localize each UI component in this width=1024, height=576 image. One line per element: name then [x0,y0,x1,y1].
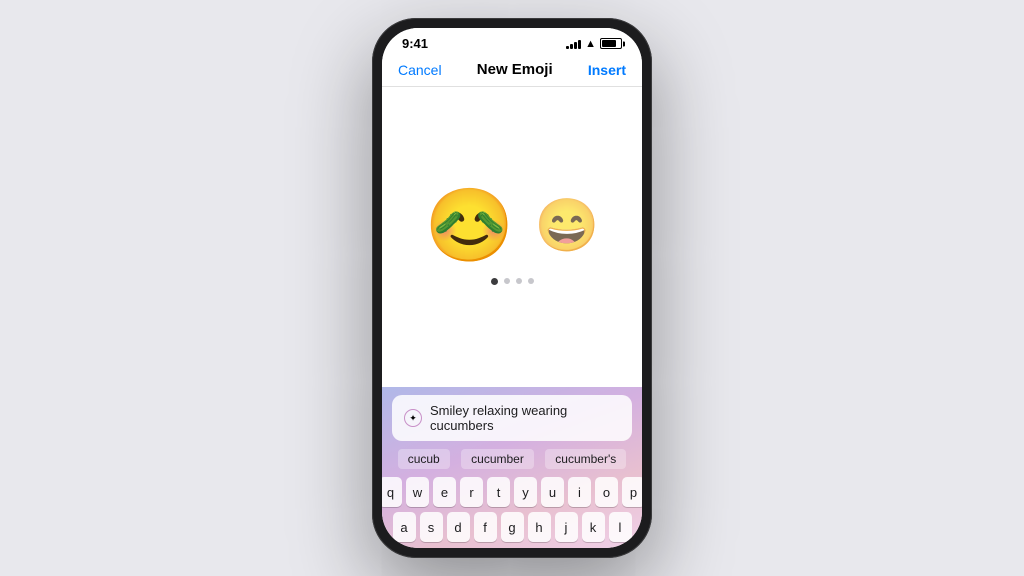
key-e[interactable]: e [433,477,456,507]
key-r[interactable]: r [460,477,483,507]
ai-icon: ✦ [404,409,422,427]
dot-1 [491,278,498,285]
autocomplete-item[interactable]: cucumber [461,449,534,469]
key-h[interactable]: h [528,512,551,542]
keyboard: q w e r t y u i o p a s d f g h [392,477,632,542]
status-bar: 9:41 ▲ [382,28,642,55]
emoji-main[interactable]: 😊 🥒 🥒 [425,190,515,262]
key-row-1: q w e r t y u i o p [392,477,632,507]
status-icons: ▲ [566,38,622,50]
phone-frame: 9:41 ▲ Cancel New Emoji Insert [372,18,652,558]
emoji-area: 😊 🥒 🥒 😄 [382,87,642,387]
key-w[interactable]: w [406,477,429,507]
dot-3 [516,278,522,284]
key-d[interactable]: d [447,512,470,542]
nav-bar: Cancel New Emoji Insert [382,55,642,87]
autocomplete-item[interactable]: cucumber's [545,449,626,469]
sparkle-icon: ✦ [409,413,417,424]
autocomplete-item[interactable]: cucub [398,449,450,469]
dot-4 [528,278,534,284]
key-u[interactable]: u [541,477,564,507]
wifi-icon: ▲ [585,38,596,50]
autocomplete-row: cucub cucumber cucumber's [392,447,632,471]
key-t[interactable]: t [487,477,510,507]
phone-screen: 9:41 ▲ Cancel New Emoji Insert [382,28,642,548]
key-l[interactable]: l [609,512,632,542]
key-j[interactable]: j [555,512,578,542]
key-q[interactable]: q [382,477,402,507]
key-f[interactable]: f [474,512,497,542]
signal-icon [566,39,581,49]
pagination-dots [491,278,534,285]
key-k[interactable]: k [582,512,605,542]
battery-icon [600,38,622,49]
status-time: 9:41 [402,36,428,51]
nav-title: New Emoji [477,61,553,78]
key-i[interactable]: i [568,477,591,507]
emoji-display: 😊 🥒 🥒 😄 [425,190,599,262]
keyboard-area: ✦ Smiley relaxing wearing cucumbers cucu… [382,387,642,548]
emoji-secondary[interactable]: 😄 [534,200,599,252]
key-a[interactable]: a [393,512,416,542]
key-row-2: a s d f g h j k l [392,512,632,542]
key-p[interactable]: p [622,477,642,507]
insert-button[interactable]: Insert [588,62,626,78]
key-g[interactable]: g [501,512,524,542]
key-y[interactable]: y [514,477,537,507]
search-bar[interactable]: ✦ Smiley relaxing wearing cucumbers [392,395,632,441]
key-o[interactable]: o [595,477,618,507]
search-input-text[interactable]: Smiley relaxing wearing cucumbers [430,403,620,433]
dot-2 [504,278,510,284]
cancel-button[interactable]: Cancel [398,62,442,78]
key-s[interactable]: s [420,512,443,542]
